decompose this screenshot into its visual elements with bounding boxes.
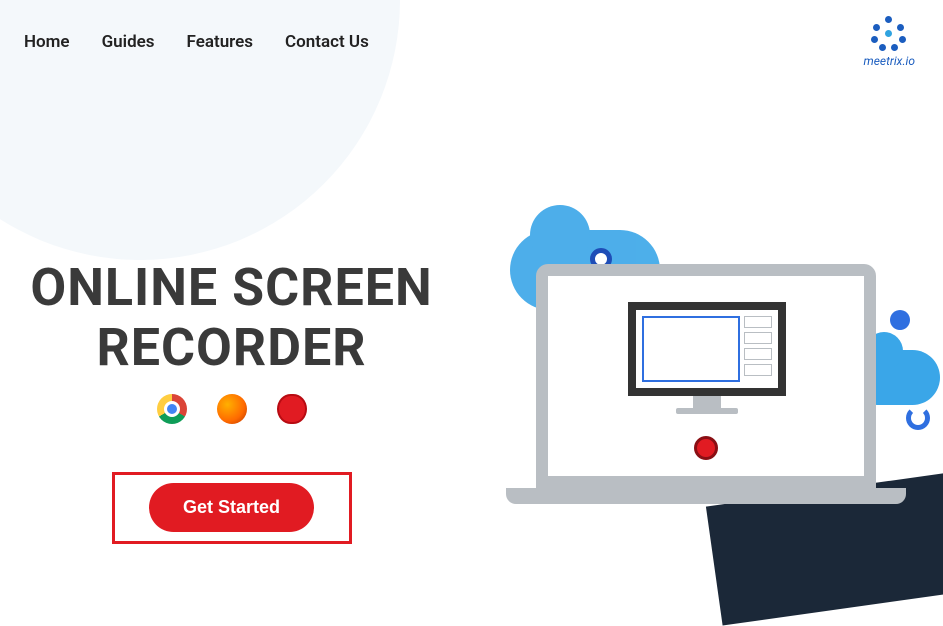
brand-name: meetrix.io: [864, 54, 915, 68]
cta-highlight-box: Get Started: [112, 472, 352, 544]
hero-title: ONLINE SCREEN RECORDER: [8, 258, 455, 378]
nav-links: Home Guides Features Contact Us: [24, 32, 369, 52]
get-started-button[interactable]: Get Started: [149, 483, 314, 532]
chrome-icon: [157, 394, 187, 424]
hero-title-line2: RECORDER: [96, 317, 366, 378]
supported-browsers: [8, 394, 455, 424]
hero-title-line1: ONLINE SCREEN: [30, 257, 432, 318]
logo-icon: [871, 16, 907, 52]
navbar: Home Guides Features Contact Us meetrix.…: [0, 0, 943, 68]
brand-logo[interactable]: meetrix.io: [864, 16, 915, 68]
firefox-icon: [217, 394, 247, 424]
nav-home[interactable]: Home: [24, 32, 70, 52]
nav-features[interactable]: Features: [187, 32, 254, 52]
hero-content: ONLINE SCREEN RECORDER Get Started: [0, 258, 455, 544]
opera-icon: [277, 394, 307, 424]
nav-guides[interactable]: Guides: [102, 32, 155, 52]
nav-contact[interactable]: Contact Us: [285, 32, 369, 52]
